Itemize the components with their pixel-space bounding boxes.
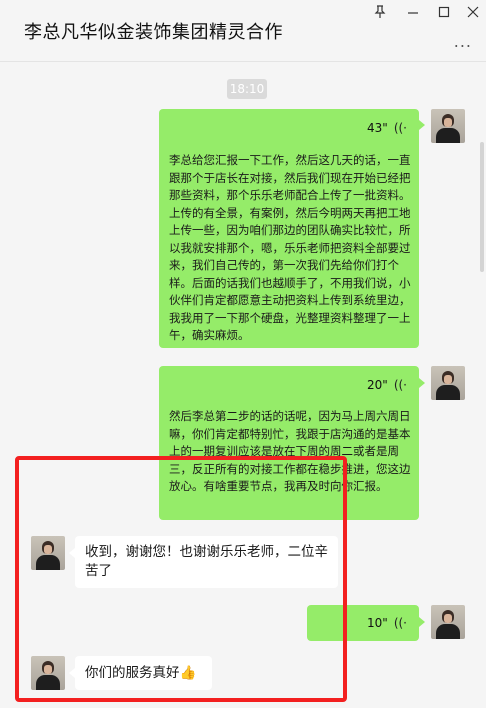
voice-duration-row: 10" ((·	[317, 614, 407, 632]
voice-duration: 20"	[367, 378, 388, 392]
voice-transcript: 然后李总第二步的话的话呢，因为马上周六周日嘛，你们肯定都特别忙，我跟于店沟通的是…	[169, 409, 411, 493]
voice-transcript: 李总给您汇报一下工作，然后这几天的话，一直跟那个于店长在对接，然后我们现在开始已…	[169, 153, 411, 342]
text-message-bubble[interactable]: 收到，谢谢您！也谢谢乐乐老师，二位辛苦了	[75, 536, 338, 588]
voice-wave-icon: ((·	[393, 616, 407, 630]
text-message-bubble[interactable]: 你们的服务真好👍	[75, 656, 212, 690]
chat-title: 李总凡华似金装饰集团精灵合作	[24, 22, 283, 43]
avatar[interactable]	[431, 366, 465, 400]
voice-wave-icon: ((·	[393, 378, 407, 392]
timestamp: 18:10	[227, 79, 267, 99]
voice-message-bubble[interactable]: 43" ((· 李总给您汇报一下工作，然后这几天的话，一直跟那个于店长在对接，然…	[159, 109, 419, 348]
voice-message-bubble[interactable]: 10" ((·	[307, 605, 419, 641]
more-options-button[interactable]: ...	[454, 32, 472, 51]
close-icon[interactable]	[465, 4, 481, 20]
message-text: 收到，谢谢您！也谢谢乐乐老师，二位辛苦了	[85, 544, 328, 579]
avatar[interactable]	[431, 109, 465, 143]
message-text: 你们的服务真好👍	[85, 665, 197, 681]
scrollbar[interactable]	[480, 142, 484, 272]
avatar[interactable]	[431, 605, 465, 639]
bubble-tail	[419, 120, 425, 130]
voice-message-bubble[interactable]: 20" ((· 然后李总第二步的话的话呢，因为马上周六周日嘛，你们肯定都特别忙，…	[159, 366, 419, 520]
avatar[interactable]	[31, 536, 65, 570]
minimize-icon[interactable]	[405, 4, 421, 20]
maximize-icon[interactable]	[436, 4, 452, 20]
pin-icon[interactable]	[372, 4, 388, 20]
voice-duration-row: 20" ((·	[287, 376, 407, 394]
title-bar: 李总凡华似金装饰集团精灵合作 ...	[0, 0, 486, 62]
voice-duration-row: 43" ((·	[287, 119, 407, 137]
bubble-tail	[419, 378, 425, 388]
avatar[interactable]	[31, 656, 65, 690]
voice-duration: 43"	[367, 121, 388, 135]
chat-area: 18:10 43" ((· 李总给您汇报一下工作，然后这几天的话，一直跟那个于店…	[0, 62, 486, 708]
voice-wave-icon: ((·	[393, 121, 407, 135]
voice-duration: 10"	[367, 616, 388, 630]
bubble-tail	[419, 617, 425, 627]
